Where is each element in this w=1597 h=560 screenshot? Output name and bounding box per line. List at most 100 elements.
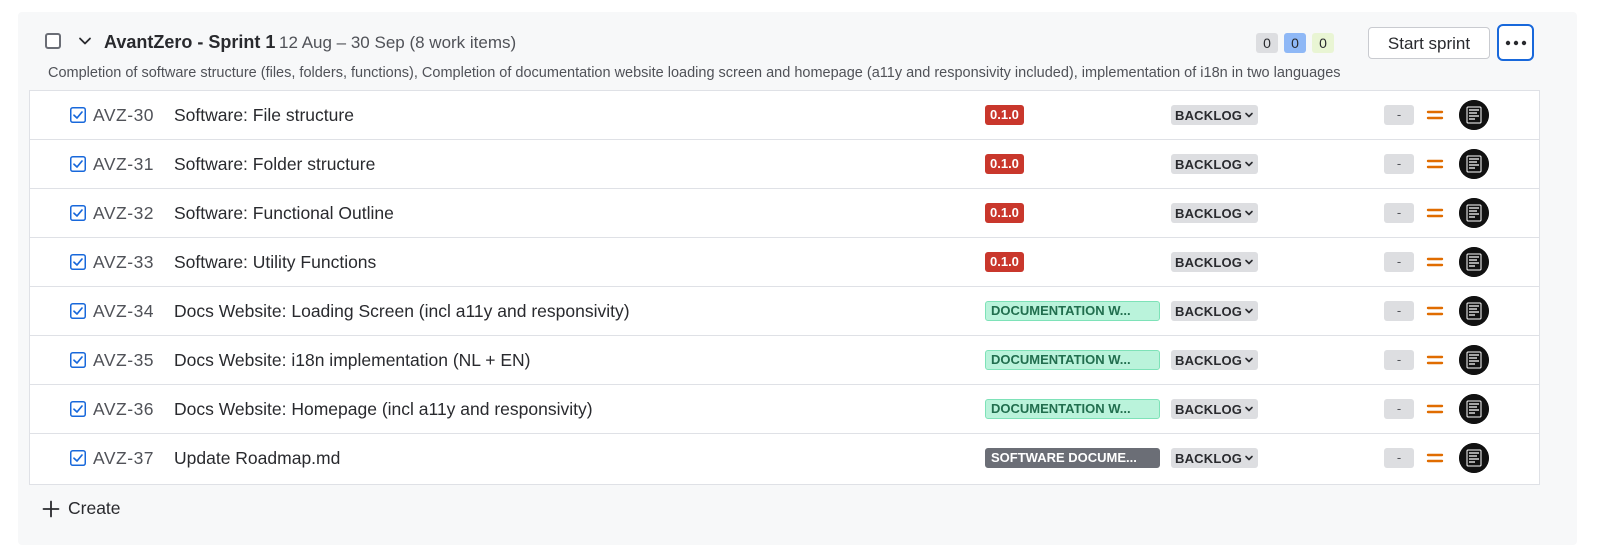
issue-summary[interactable]: Docs Website: Homepage (incl a11y and re… [174,399,593,420]
in-progress-count-badge: 0 [1284,33,1306,53]
story-points-badge[interactable]: - [1384,301,1414,321]
avatar-logo-icon [1459,345,1489,375]
priority-medium-icon [1426,404,1444,414]
avatar-logo-icon [1459,443,1489,473]
chevron-down-icon [1245,406,1253,412]
assignee-avatar[interactable] [1459,198,1489,228]
sprint-name[interactable]: AvantZero - Sprint 1 [104,32,275,53]
status-dropdown[interactable]: BACKLOG [1171,350,1259,370]
issue-summary[interactable]: Software: File structure [174,105,354,126]
status-label: BACKLOG [1175,450,1243,466]
chevron-down-icon[interactable] [76,32,94,50]
issue-key[interactable]: AVZ-31 [93,154,154,175]
status-label: BACKLOG [1175,205,1243,221]
chevron-down-icon [1245,161,1253,167]
sprint-header: AvantZero - Sprint 1 12 Aug – 30 Sep (8 … [18,12,1577,90]
issue-row[interactable]: AVZ-37 Update Roadmap.md SOFTWARE DOCUME..… [30,434,1539,483]
status-label: BACKLOG [1175,352,1243,368]
status-label: BACKLOG [1175,156,1243,172]
avatar-logo-icon [1459,247,1489,277]
issue-row[interactable]: AVZ-31 Software: Folder structure 0.1.0 BAC… [30,140,1539,189]
issue-row[interactable]: AVZ-35 Docs Website: i18n implementation … [30,336,1539,385]
story-points-badge[interactable]: - [1384,448,1414,468]
chevron-down-icon [1245,112,1253,118]
task-checkbox-icon [70,205,86,221]
epic-lozenge[interactable]: DOCUMENTATION W... [985,399,1160,419]
story-points-badge[interactable]: - [1384,203,1414,223]
issue-row[interactable]: AVZ-34 Docs Website: Loading Screen (incl… [30,287,1539,336]
issue-summary[interactable]: Software: Functional Outline [174,203,394,224]
assignee-avatar[interactable] [1459,296,1489,326]
status-label: BACKLOG [1175,254,1243,270]
create-issue-button[interactable]: Create [42,498,121,519]
task-checkbox-icon [70,303,86,319]
issue-row[interactable]: AVZ-32 Software: Functional Outline 0.1.0 B… [30,189,1539,238]
priority-medium-icon [1426,208,1444,218]
avatar-logo-icon [1459,198,1489,228]
status-dropdown[interactable]: BACKLOG [1171,399,1259,419]
assignee-avatar[interactable] [1459,345,1489,375]
status-dropdown[interactable]: BACKLOG [1171,252,1259,272]
epic-lozenge[interactable]: DOCUMENTATION W... [985,301,1160,321]
sprint-select-checkbox[interactable] [45,33,61,49]
assignee-avatar[interactable] [1459,394,1489,424]
assignee-avatar[interactable] [1459,247,1489,277]
status-dropdown[interactable]: BACKLOG [1171,301,1259,321]
plus-icon [42,500,60,517]
chevron-down-icon [1245,210,1253,216]
story-points-badge[interactable]: - [1384,252,1414,272]
issue-row[interactable]: AVZ-30 Software: File structure 0.1.0 BACKL… [30,91,1539,140]
priority-medium-icon [1426,257,1444,267]
status-dropdown[interactable]: BACKLOG [1171,154,1259,174]
assignee-avatar[interactable] [1459,100,1489,130]
status-label: BACKLOG [1175,303,1243,319]
task-checkbox-icon [70,401,86,417]
issue-summary[interactable]: Software: Utility Functions [174,252,376,273]
start-sprint-button[interactable]: Start sprint [1368,27,1490,59]
story-points-badge[interactable]: - [1384,154,1414,174]
story-points-badge[interactable]: - [1384,105,1414,125]
issue-list: AVZ-30 Software: File structure 0.1.0 BACKL… [29,90,1540,485]
status-dropdown[interactable]: BACKLOG [1171,448,1259,468]
more-horizontal-icon [1505,40,1526,45]
status-dropdown[interactable]: BACKLOG [1171,105,1259,125]
issue-key[interactable]: AVZ-37 [93,448,154,469]
sprint-dates: 12 Aug – 30 Sep (8 work items) [279,33,517,52]
fix-version-lozenge: 0.1.0 [985,203,1024,223]
priority-medium-icon [1426,355,1444,365]
avatar-logo-icon [1459,394,1489,424]
task-checkbox-icon [70,450,86,466]
status-dropdown[interactable]: BACKLOG [1171,203,1259,223]
story-points-badge[interactable]: - [1384,399,1414,419]
issue-key[interactable]: AVZ-32 [93,203,154,224]
todo-count-badge: 0 [1256,33,1278,53]
priority-medium-icon [1426,159,1444,169]
issue-summary[interactable]: Software: Folder structure [174,154,375,175]
issue-counts: 0 0 0 [1256,33,1334,53]
status-label: BACKLOG [1175,107,1243,123]
sprint-container: AvantZero - Sprint 1 12 Aug – 30 Sep (8 … [18,12,1577,545]
fix-version-lozenge: 0.1.0 [985,105,1024,125]
fix-version-lozenge: 0.1.0 [985,252,1024,272]
story-points-badge[interactable]: - [1384,350,1414,370]
issue-row[interactable]: AVZ-36 Docs Website: Homepage (incl a11y … [30,385,1539,434]
chevron-down-icon [1245,357,1253,363]
sprint-goal: Completion of software structure (files,… [48,65,1341,81]
issue-summary[interactable]: Docs Website: i18n implementation (NL + … [174,350,530,371]
issue-key[interactable]: AVZ-30 [93,105,154,126]
epic-lozenge[interactable]: SOFTWARE DOCUME... [985,448,1160,468]
done-count-badge: 0 [1312,33,1334,53]
issue-row[interactable]: AVZ-33 Software: Utility Functions 0.1.0 BA… [30,238,1539,287]
issue-key[interactable]: AVZ-36 [93,399,154,420]
assignee-avatar[interactable] [1459,443,1489,473]
epic-lozenge[interactable]: DOCUMENTATION W... [985,350,1160,370]
issue-summary[interactable]: Update Roadmap.md [174,448,340,469]
issue-key[interactable]: AVZ-34 [93,301,154,322]
issue-key[interactable]: AVZ-35 [93,350,154,371]
issue-key[interactable]: AVZ-33 [93,252,154,273]
more-actions-button[interactable] [1497,24,1534,61]
issue-summary[interactable]: Docs Website: Loading Screen (incl a11y … [174,301,630,322]
status-label: BACKLOG [1175,401,1243,417]
assignee-avatar[interactable] [1459,149,1489,179]
chevron-down-icon [1245,259,1253,265]
